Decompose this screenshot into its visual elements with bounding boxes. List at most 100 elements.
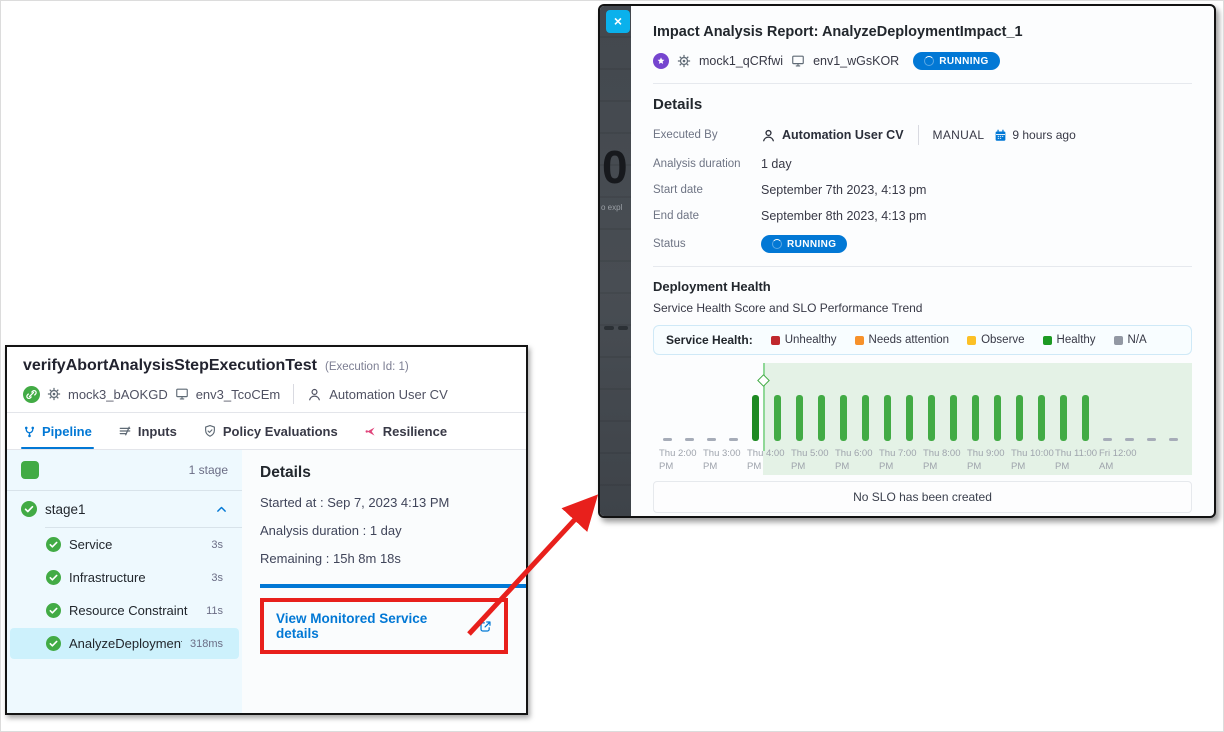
tab-policy-evaluations-label: Policy Evaluations [223, 424, 338, 439]
healthy-bar [818, 395, 825, 441]
pipeline-success-icon [23, 386, 40, 403]
legend-title: Service Health: [666, 333, 753, 347]
healthy-bar [840, 395, 847, 441]
healthy-bar [994, 395, 1001, 441]
x-axis-label: Thu 11:00 PM [1055, 448, 1097, 473]
legend-item: Needs attention [855, 334, 950, 346]
pipeline-tab-icon [23, 425, 36, 438]
executed-by-name: Automation User CV [329, 387, 448, 402]
executed-by-row: Executed By Automation User CV MANUAL 9 … [653, 125, 1192, 145]
divider [653, 266, 1192, 267]
backdrop-rows [600, 6, 631, 516]
tab-resilience[interactable]: Resilience [364, 413, 447, 449]
trigger-type: MANUAL [933, 128, 985, 142]
stage-row-stage1[interactable]: stage1 [7, 491, 242, 527]
status-badge-label: RUNNING [787, 239, 836, 250]
status-badge: RUNNING [761, 235, 847, 253]
status-label: Status [653, 238, 761, 250]
chevron-up-icon[interactable] [215, 503, 228, 516]
user-icon [761, 128, 776, 143]
legend-item: Healthy [1043, 334, 1096, 346]
kv-label: Start date [653, 184, 761, 196]
service-name: mock3_bAOKGD [68, 387, 168, 402]
policy-shield-icon [203, 424, 217, 438]
legend-label: Healthy [1057, 334, 1096, 346]
tab-pipeline[interactable]: Pipeline [23, 413, 92, 449]
running-spinner-icon [772, 239, 782, 249]
step-row-resource-constraint[interactable]: Resource Constraint 11s [10, 595, 239, 626]
end-date-row: End date September 8th 2023, 4:13 pm [653, 209, 1192, 223]
inputs-sliders-icon [118, 424, 132, 438]
legend-label: Needs attention [869, 334, 950, 346]
stage-count-row: 1 stage [7, 450, 242, 490]
backdrop-overlay-strip: 0 o expl × [600, 6, 631, 516]
backdrop-partial-text: o expl [601, 203, 622, 212]
execution-id: (Execution Id: 1) [325, 361, 409, 373]
healthy-bar [928, 395, 935, 441]
legend-swatch-icon [967, 336, 976, 345]
executed-by-user: Automation User CV [782, 128, 904, 142]
na-dash [1169, 438, 1178, 442]
step-row-analyze-deployment-impact[interactable]: AnalyzeDeploymentIm... 318ms [10, 628, 239, 659]
kv-label: End date [653, 210, 761, 222]
execution-title: verifyAbortAnalysisStepExecutionTest [23, 357, 317, 375]
na-dash [1147, 438, 1156, 442]
x-axis-label: Thu 2:00 PM [659, 448, 697, 473]
step-duration: 3s [211, 539, 227, 551]
healthy-bar [1016, 395, 1023, 441]
tab-resilience-label: Resilience [383, 424, 447, 439]
x-axis-label: Thu 6:00 PM [835, 448, 873, 473]
legend-item: Observe [967, 334, 1024, 346]
status-row: Status RUNNING [653, 235, 1192, 253]
step-name: Resource Constraint [69, 603, 198, 618]
legend-label: N/A [1128, 334, 1147, 346]
executed-time-ago: 9 hours ago [1012, 128, 1075, 142]
details-heading: Details [260, 464, 508, 482]
kv-value: September 7th 2023, 4:13 pm [761, 183, 926, 197]
health-score-chart: Thu 2:00 PMThu 3:00 PMThu 4:00 PMThu 5:0… [653, 363, 1192, 475]
tab-inputs-label: Inputs [138, 424, 177, 439]
healthy-bar [1082, 395, 1089, 441]
environment-icon [791, 54, 805, 68]
healthy-bar [906, 395, 913, 441]
tab-policy-evaluations[interactable]: Policy Evaluations [203, 413, 338, 449]
legend-item: N/A [1114, 334, 1147, 346]
service-health-legend: Service Health: Unhealthy Needs attention… [653, 325, 1192, 355]
status-badge: RUNNING [913, 52, 999, 70]
service-gear-icon [47, 387, 61, 401]
view-monitored-service-link[interactable]: View Monitored Service details [276, 611, 492, 641]
step-duration: 318ms [190, 638, 227, 650]
health-source-icon [653, 53, 669, 69]
tab-inputs[interactable]: Inputs [118, 413, 177, 449]
user-icon [307, 387, 322, 402]
healthy-bar [862, 395, 869, 441]
legend-item: Unhealthy [771, 334, 837, 346]
step-details-panel: Details Started at : Sep 7, 2023 4:13 PM… [242, 450, 526, 713]
executed-by-label: Executed By [653, 129, 761, 141]
view-monitored-service-link-label: View Monitored Service details [276, 611, 472, 641]
stage-name: stage1 [45, 502, 207, 517]
execution-header: verifyAbortAnalysisStepExecutionTest (Ex… [7, 347, 526, 412]
na-dash [729, 438, 738, 442]
divider [653, 83, 1192, 84]
healthy-bar [950, 395, 957, 441]
step-row-infrastructure[interactable]: Infrastructure 3s [10, 562, 239, 593]
status-badge-label: RUNNING [939, 56, 988, 67]
close-drawer-button[interactable]: × [606, 10, 630, 33]
healthy-bar-deployment [752, 395, 759, 441]
report-title: Impact Analysis Report: AnalyzeDeploymen… [653, 24, 1192, 40]
x-axis-label: Thu 9:00 PM [967, 448, 1005, 473]
healthy-bar [972, 395, 979, 441]
started-at-line: Started at : Sep 7, 2023 4:13 PM [260, 495, 508, 510]
step-row-service[interactable]: Service 3s [10, 529, 239, 560]
healthy-bar [884, 395, 891, 441]
healthy-bar [774, 395, 781, 441]
step-duration: 11s [206, 605, 227, 617]
backdrop-dash [618, 326, 628, 330]
environment-name: env3_TcoCEm [196, 387, 281, 402]
legend-label: Unhealthy [785, 334, 837, 346]
resilience-icon [364, 425, 377, 438]
backdrop-big-number: 0 [602, 144, 628, 190]
healthy-bar [1060, 395, 1067, 441]
stage-status-square-icon [21, 461, 39, 479]
